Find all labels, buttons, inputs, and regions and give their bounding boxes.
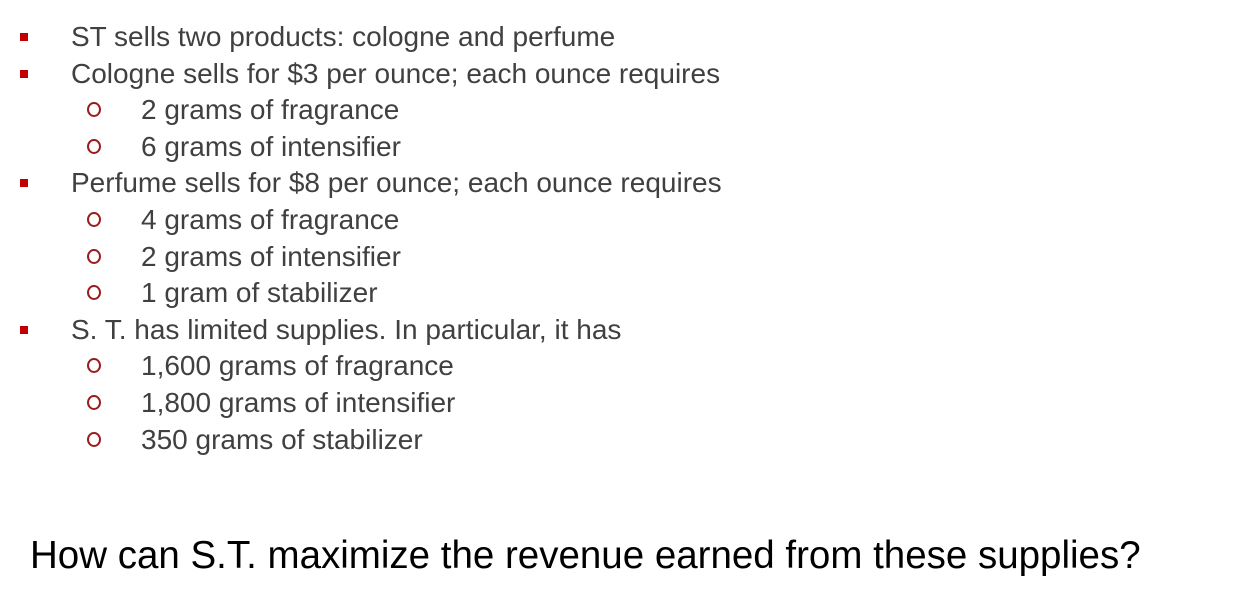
square-bullet-icon <box>20 325 28 334</box>
circle-bullet-icon <box>87 394 101 410</box>
sub-bullet-text: 1,800 grams of intensifier <box>141 386 456 418</box>
bullet-list: ST sells two products: cologne and perfu… <box>0 19 1254 458</box>
sub-bullet-item: 2 grams of fragrance <box>0 92 1254 129</box>
question-text: How can S.T. maximize the revenue earned… <box>30 534 1141 577</box>
circle-bullet-icon <box>87 138 101 154</box>
sub-bullet-item: 6 grams of intensifier <box>0 129 1254 166</box>
sub-bullet-item: 1,600 grams of fragrance <box>0 348 1254 385</box>
sub-bullet-item: 350 grams of stabilizer <box>0 422 1254 459</box>
bullet-text: S. T. has limited supplies. In particula… <box>71 313 622 345</box>
circle-bullet-icon <box>87 431 101 447</box>
square-bullet-icon <box>20 179 28 188</box>
bullet-text: ST sells two products: cologne and perfu… <box>71 21 616 52</box>
bullet-item: Cologne sells for $3 per ounce; each oun… <box>0 56 1254 93</box>
sub-bullet-text: 4 grams of fragrance <box>141 203 400 235</box>
circle-bullet-icon <box>87 358 101 374</box>
sub-bullet-text: 6 grams of intensifier <box>141 130 401 162</box>
slide: ST sells two products: cologne and perfu… <box>0 0 1254 591</box>
sub-bullet-text: 350 grams of stabilizer <box>141 423 423 455</box>
bullet-item: Perfume sells for $8 per ounce; each oun… <box>0 165 1254 202</box>
sub-bullet-item: 1 gram of stabilizer <box>0 275 1254 312</box>
square-bullet-icon <box>20 33 28 41</box>
bullet-text: Perfume sells for $8 per ounce; each oun… <box>71 167 722 199</box>
sub-bullet-item: 4 grams of fragrance <box>0 202 1254 239</box>
square-bullet-icon <box>20 69 28 78</box>
circle-bullet-icon <box>87 285 101 301</box>
sub-bullet-text: 2 grams of fragrance <box>141 94 400 126</box>
sub-bullet-text: 1 gram of stabilizer <box>141 277 378 309</box>
sub-bullet-item: 1,800 grams of intensifier <box>0 385 1254 422</box>
bullet-item: ST sells two products: cologne and perfu… <box>0 19 1254 56</box>
bullet-text: Cologne sells for $3 per ounce; each oun… <box>71 57 721 89</box>
bullet-item: S. T. has limited supplies. In particula… <box>0 312 1254 349</box>
sub-bullet-text: 1,600 grams of fragrance <box>141 350 454 382</box>
circle-bullet-icon <box>87 211 101 227</box>
circle-bullet-icon <box>87 102 101 118</box>
circle-bullet-icon <box>87 248 101 264</box>
sub-bullet-text: 2 grams of intensifier <box>141 240 401 272</box>
sub-bullet-item: 2 grams of intensifier <box>0 239 1254 276</box>
